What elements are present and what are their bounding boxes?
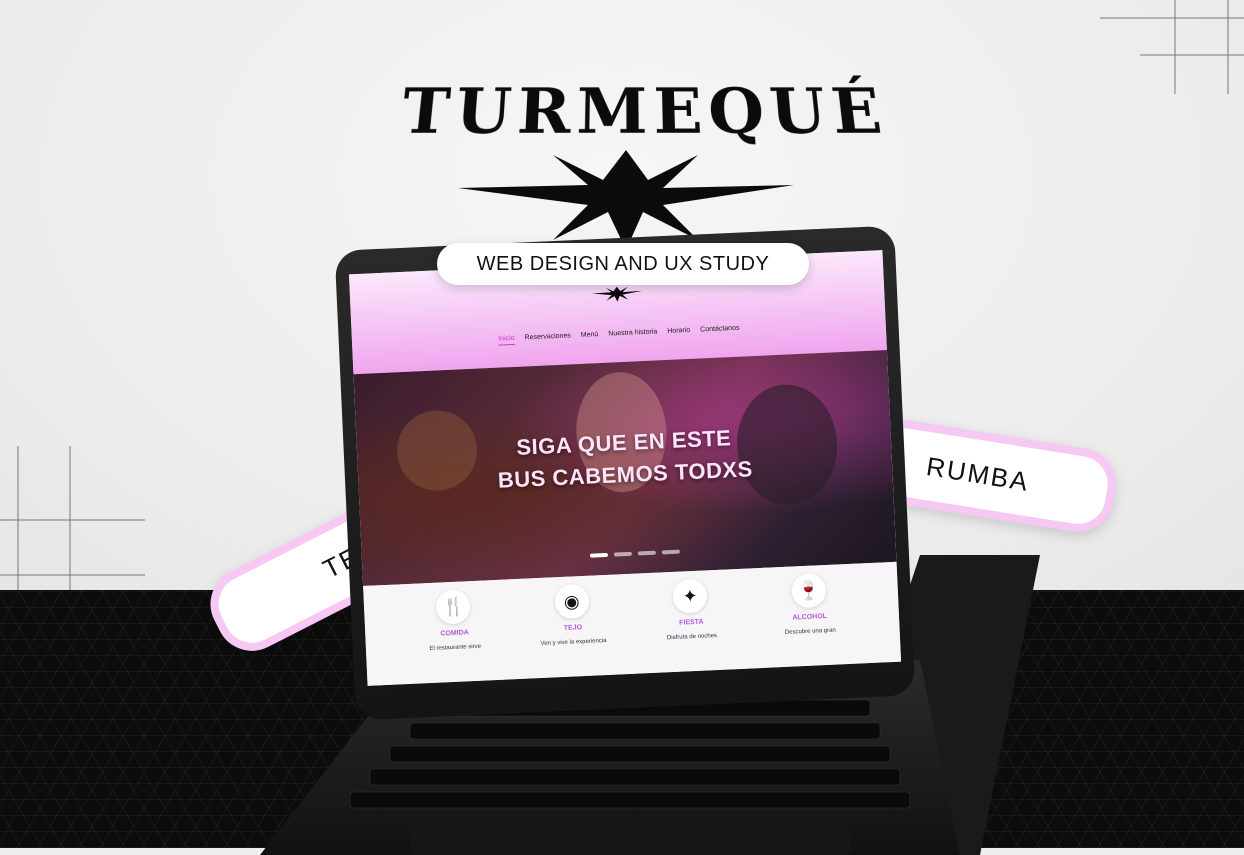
nav-menu[interactable]: Menú	[581, 331, 599, 342]
feature-text: El restaurante sirve	[429, 643, 482, 653]
party-icon: ✦	[672, 578, 708, 614]
feature-tejo[interactable]: ◉ TEJO Ven y vive la experiencia	[521, 574, 625, 678]
nav-horario[interactable]: Horario	[667, 327, 690, 338]
tejo-icon: ◉	[553, 583, 590, 620]
carousel-dot[interactable]	[637, 550, 656, 556]
feature-title: TEJO	[563, 624, 583, 632]
feature-alcohol[interactable]: 🍷 ALCOHOL Descubre una gran	[757, 564, 861, 668]
feature-title: FIESTA	[678, 618, 704, 627]
site-nav: Inicio Reservaciones Menú Nuestra histor…	[352, 318, 886, 352]
carousel-dot[interactable]	[613, 551, 632, 557]
carousel-dot[interactable]	[661, 549, 680, 555]
feature-title: COMIDA	[440, 629, 469, 638]
feature-text: Descubre una gran	[784, 627, 836, 636]
utensils-icon: 🍴	[435, 589, 472, 625]
hero-banner: SIGA QUE EN ESTE BUS CABEMOS TODXS	[353, 349, 897, 587]
feature-title: ALCOHOL	[792, 612, 828, 622]
feature-comida[interactable]: 🍴 COMIDA El restaurante sirve	[402, 580, 506, 684]
feature-fiesta[interactable]: ✦ FIESTA Disfruta de noches	[639, 569, 743, 673]
subtitle-pill: WEB DESIGN AND UX STUDY	[437, 243, 809, 285]
nav-inicio[interactable]: Inicio	[498, 334, 515, 346]
nav-reservaciones[interactable]: Reservaciones	[524, 332, 571, 344]
brand-logo-text: TURMEQUÉ	[397, 75, 892, 149]
carousel-dots	[589, 549, 680, 558]
nav-contactanos[interactable]: Contáctanos	[700, 325, 740, 337]
carousel-dot[interactable]	[589, 552, 609, 558]
nav-nuestra-historia[interactable]: Nuestra historia	[608, 328, 657, 340]
bottle-icon: 🍷	[790, 573, 827, 609]
feature-text: Ven y vive la experiencia	[540, 638, 607, 648]
laptop-screen: TURMEQUÉ Inicio Reservaciones Menú Nuest…	[348, 250, 902, 686]
site-star-icon	[592, 286, 642, 302]
feature-text: Disfruta de noches	[666, 633, 718, 642]
